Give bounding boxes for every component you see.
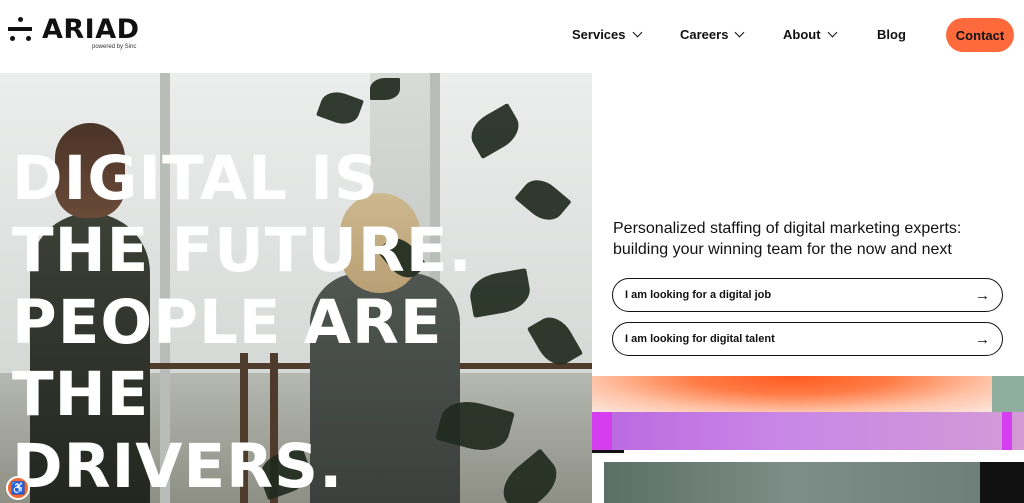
chevron-down-icon — [632, 27, 642, 38]
main-nav: Services Careers About Blog Contact — [560, 0, 1024, 72]
nav-item-label: Blog — [877, 27, 906, 42]
arrow-right-icon: → — [975, 330, 990, 348]
logo-powered-by: powered by Sinc — [92, 44, 137, 50]
hero-image: DIGITAL IS THE FUTURE. PEOPLE ARE THE DR… — [0, 73, 592, 503]
nav-item-label: Services — [572, 27, 626, 42]
nav-item-label: Careers — [680, 27, 729, 42]
intro-line: building your winning team for the now a… — [613, 241, 952, 258]
digital-job-button[interactable]: I am looking for a digital job → — [612, 278, 1003, 312]
cta-label: I am looking for digital talent — [625, 333, 775, 345]
digital-talent-button[interactable]: I am looking for digital talent → — [612, 322, 1003, 356]
nav-item-label: About — [783, 27, 821, 42]
hero-line: THE FUTURE. — [12, 215, 473, 286]
nav-item-careers[interactable]: Careers — [680, 27, 745, 42]
hero-line: PEOPLE ARE — [12, 287, 443, 358]
nav-item-about[interactable]: About — [783, 27, 837, 42]
hero-line: DIGITAL IS — [12, 143, 379, 214]
contact-button[interactable]: Contact — [946, 18, 1014, 52]
intro-text: Personalized staffing of digital marketi… — [613, 218, 1013, 260]
cta-label: I am looking for a digital job — [625, 289, 772, 301]
accessibility-badge-icon[interactable]: ♿ — [6, 476, 30, 500]
arrow-right-icon: → — [975, 286, 990, 304]
hero-line: DRIVERS. — [12, 431, 344, 502]
hero-headline: DIGITAL IS THE FUTURE. PEOPLE ARE THE DR… — [12, 143, 473, 503]
ariad-logo[interactable]: ARIAD powered by Sinc — [8, 14, 148, 54]
site-header: ARIAD powered by Sinc Services Careers A… — [0, 0, 1024, 72]
nav-item-blog[interactable]: Blog — [877, 27, 906, 42]
decorative-gradient — [592, 376, 1024, 503]
hero-line: THE — [12, 359, 150, 430]
logo-wordmark: ARIAD — [42, 14, 140, 45]
chevron-down-icon — [734, 27, 745, 38]
nav-item-services[interactable]: Services — [572, 27, 642, 42]
intro-line: Personalized staffing of digital marketi… — [613, 220, 962, 237]
ariad-logo-mark-icon — [8, 17, 34, 43]
chevron-down-icon — [827, 27, 837, 38]
